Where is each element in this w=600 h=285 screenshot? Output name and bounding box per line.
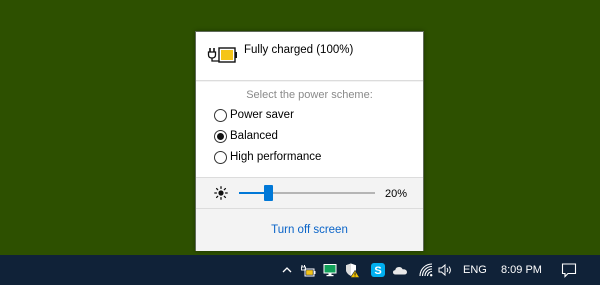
- action-center-icon[interactable]: [561, 262, 577, 278]
- battery-fill: [221, 50, 233, 60]
- taskbar: S ENG 8:09 PM: [0, 255, 600, 285]
- flyout-footer: Turn off screen: [196, 208, 423, 251]
- battery-icon[interactable]: [300, 262, 316, 278]
- scheme-option-balanced[interactable]: Balanced: [214, 127, 278, 145]
- chevron-up-icon[interactable]: [279, 262, 295, 278]
- language-indicator[interactable]: ENG: [463, 264, 487, 276]
- power-saver-label: Power saver: [230, 109, 294, 121]
- battery-status-row: Fully charged (100%): [196, 32, 423, 81]
- monitor-icon[interactable]: [322, 262, 338, 278]
- brightness-value: 20%: [385, 188, 408, 200]
- svg-text:S: S: [374, 265, 381, 277]
- high-performance-radio[interactable]: [214, 150, 227, 164]
- battery-charging-icon: [206, 43, 238, 65]
- taskbar-clock[interactable]: 8:09 PM: [501, 264, 542, 276]
- turn-off-screen-link[interactable]: Turn off screen: [196, 224, 423, 236]
- power-scheme-section: Select the power scheme: Power saver Bal…: [196, 82, 423, 178]
- defender-shield-icon[interactable]: [344, 262, 360, 278]
- balanced-label: Balanced: [230, 130, 278, 142]
- battery-status-text: Fully charged (100%): [244, 44, 354, 56]
- high-performance-label: High performance: [230, 151, 322, 163]
- brightness-slider-thumb[interactable]: [264, 185, 274, 201]
- wifi-icon[interactable]: [418, 262, 434, 278]
- scheme-heading: Select the power scheme:: [246, 89, 373, 101]
- onedrive-cloud-icon[interactable]: [392, 262, 408, 278]
- scheme-option-power-saver[interactable]: Power saver: [214, 106, 294, 124]
- brightness-slider[interactable]: [239, 185, 375, 201]
- scheme-option-high-performance[interactable]: High performance: [214, 148, 321, 166]
- volume-icon[interactable]: [437, 262, 453, 278]
- balanced-radio[interactable]: [214, 129, 227, 143]
- power-saver-radio[interactable]: [214, 108, 227, 122]
- brightness-row: 20%: [196, 178, 423, 208]
- sun-icon: [214, 186, 228, 200]
- skype-icon[interactable]: S: [370, 262, 386, 278]
- power-flyout: Fully charged (100%) Select the power sc…: [195, 31, 424, 251]
